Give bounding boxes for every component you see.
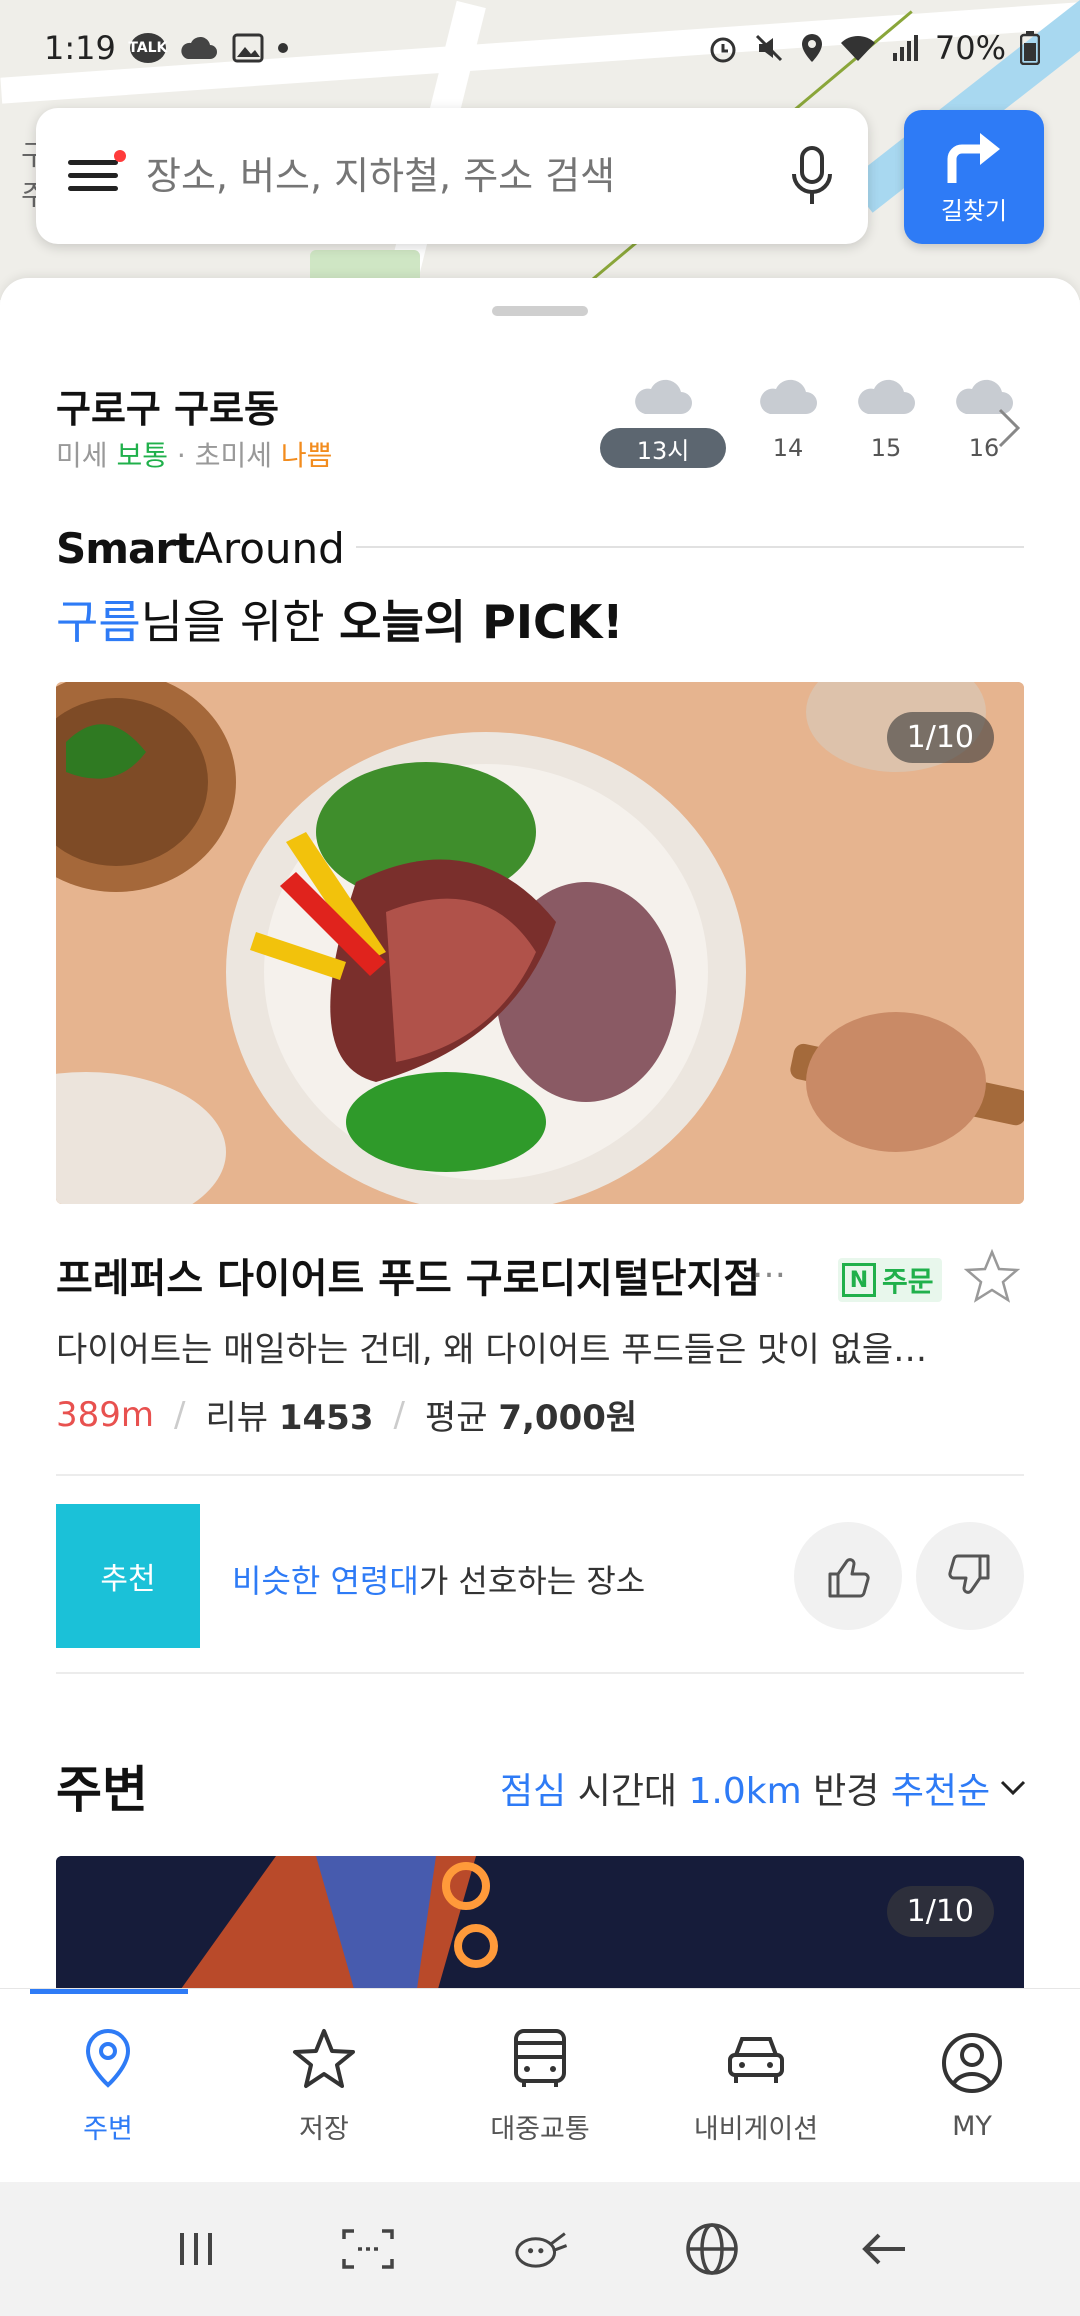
divider — [56, 1474, 1024, 1476]
thumbs-up-icon — [828, 1558, 870, 1598]
star-icon[interactable] — [964, 1248, 1020, 1304]
recommend-badge: 추천 — [56, 1504, 200, 1648]
air-quality: 미세 보통 · 초미세 나쁨 — [56, 439, 333, 472]
bottom-sheet[interactable]: 구로구 구로동 미세 보통 · 초미세 나쁨 13시 14 15 16 Smar… — [0, 278, 1080, 1990]
nav-item-saved[interactable]: 저장 — [216, 1989, 432, 2182]
globe-icon — [686, 2223, 738, 2275]
capture-frame-icon — [342, 2229, 394, 2269]
nav-item-nearby[interactable]: 주변 — [0, 1989, 216, 2182]
nav-item-transit[interactable]: 대중교통 — [432, 1989, 648, 2182]
nav-label: 대중교통 — [490, 2114, 590, 2145]
star-icon — [293, 2029, 355, 2088]
place-photo[interactable]: 1/10 — [56, 682, 1024, 1204]
nav-label: MY — [952, 2111, 992, 2142]
location-pin-icon — [85, 2028, 131, 2088]
alarm-icon — [710, 37, 736, 63]
wifi-icon — [840, 35, 875, 61]
browser-button[interactable] — [682, 2219, 742, 2279]
bus-icon — [514, 2029, 566, 2087]
nearby-filter[interactable]: 점심 시간대 1.0km 반경 추천순 — [500, 1762, 1028, 1814]
assistant-button[interactable] — [510, 2219, 570, 2279]
image-icon — [232, 33, 264, 63]
character-icon — [515, 2232, 568, 2268]
kakaotalk-icon: TALK — [128, 33, 167, 63]
ultra-fine-dust-value: 나쁨 — [280, 439, 333, 472]
thumbs-down-button[interactable] — [916, 1522, 1024, 1630]
nearby-place-photo[interactable]: 1/10 — [56, 1856, 1024, 1990]
weather-hour-label: 14 — [772, 434, 804, 462]
search-input[interactable] — [146, 154, 788, 198]
bottom-navigation: 주변 저장 대중교통 내비게이션 MY — [0, 1988, 1080, 2182]
hourly-weather[interactable]: 13시 14 15 16 — [600, 374, 1020, 468]
weather-hour-label: 15 — [870, 434, 902, 462]
mute-icon — [755, 34, 782, 62]
back-arrow-icon — [862, 2233, 905, 2265]
cloud-icon — [635, 379, 692, 414]
menu-icon[interactable] — [68, 150, 126, 196]
cloud-icon — [181, 36, 217, 59]
chevron-down-icon — [1001, 1780, 1026, 1796]
review-count: 1453 — [278, 1398, 374, 1438]
nav-item-navigation[interactable]: 내비게이션 — [648, 1989, 864, 2182]
thumbs-down-icon — [948, 1554, 990, 1594]
sheet-drag-handle[interactable] — [492, 306, 588, 316]
battery-percent: 70% — [934, 29, 1006, 67]
nearby-photo-illustration — [56, 1856, 1024, 1990]
car-icon — [728, 2037, 784, 2083]
screenshot-capture-button[interactable] — [338, 2219, 398, 2279]
microphone-icon[interactable] — [788, 144, 836, 208]
nearby-title: 주변 — [56, 1761, 148, 1819]
notification-dot-icon — [277, 43, 288, 53]
weather-hour[interactable]: 15 — [850, 374, 922, 468]
food-photo-illustration — [56, 682, 1024, 1204]
naver-n-icon: N — [842, 1263, 876, 1297]
section-divider — [356, 546, 1024, 548]
recommend-reason: 비슷한 연령대가 선호하는 장소 — [232, 1562, 646, 1600]
weather-hour-label: 13시 — [600, 428, 726, 468]
status-bar: 1:19 TALK 70% — [0, 0, 1080, 96]
photo-counter: 1/10 — [886, 1886, 994, 1937]
nav-item-my[interactable]: MY — [864, 1989, 1080, 2182]
place-distance: 389m — [56, 1394, 155, 1435]
place-meta: 389m / 리뷰 1453 / 평균 7,000원 — [56, 1394, 638, 1439]
order-label: 주문 — [882, 1265, 934, 1298]
weather-location: 구로구 구로동 — [56, 387, 279, 431]
directions-button[interactable]: 길찾기 — [904, 110, 1044, 244]
fine-dust-value: 보통 — [116, 439, 168, 472]
directions-label: 길찾기 — [940, 196, 1008, 225]
smart-around-logo: Smart Around — [56, 524, 345, 573]
nav-label: 내비게이션 — [693, 2114, 819, 2145]
nav-label: 주변 — [83, 2114, 133, 2145]
back-button[interactable] — [854, 2219, 914, 2279]
signal-icon — [892, 35, 918, 61]
profile-icon — [942, 2033, 1002, 2093]
system-navigation-bar — [0, 2182, 1080, 2316]
place-description: 다이어트는 매일하는 건데, 왜 다이어트 푸드들은 맛이 없을… — [56, 1330, 928, 1370]
recent-apps-button[interactable] — [166, 2219, 226, 2279]
thumbs-up-button[interactable] — [794, 1522, 902, 1630]
weather-hour[interactable]: 13시 — [600, 374, 726, 468]
average-price: 7,000원 — [498, 1398, 638, 1438]
turn-right-arrow-icon — [947, 132, 1000, 183]
cloud-icon — [760, 379, 817, 414]
battery-icon — [1020, 31, 1040, 65]
new-badge-icon — [114, 150, 126, 162]
place-title[interactable]: 프레퍼스 다이어트 푸드 구로디지털단지점 — [56, 1246, 816, 1304]
search-bar[interactable] — [36, 108, 868, 244]
divider — [56, 1672, 1024, 1674]
weather-hour[interactable]: 14 — [752, 374, 824, 468]
more-icon[interactable]: … — [752, 1246, 786, 1286]
active-tab-indicator — [30, 1989, 188, 1994]
location-icon — [801, 34, 822, 62]
pick-heading: 구름님을 위한 오늘의 PICK! — [56, 595, 624, 649]
nav-label: 저장 — [299, 2114, 349, 2145]
photo-counter: 1/10 — [886, 712, 994, 763]
chevron-right-icon[interactable] — [994, 406, 1024, 450]
status-time: 1:19 — [44, 29, 116, 67]
cloud-icon — [858, 379, 915, 414]
recent-apps-icon — [180, 2233, 212, 2265]
naver-order-badge[interactable]: N 주문 — [838, 1258, 942, 1302]
